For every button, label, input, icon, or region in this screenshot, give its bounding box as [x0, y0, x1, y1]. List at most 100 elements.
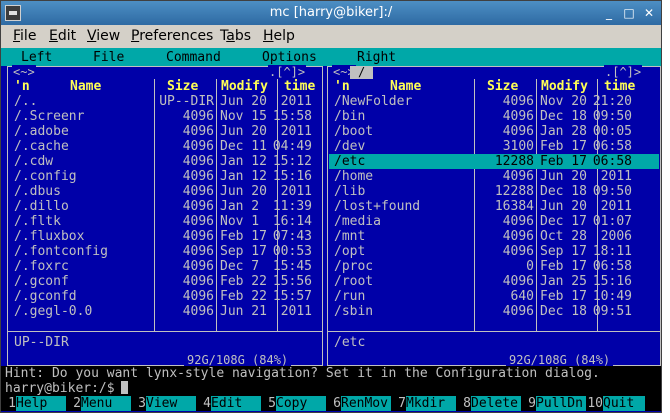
file-size[interactable]: 4096 [156, 184, 214, 199]
fkey-help[interactable]: 1Help [4, 396, 66, 411]
file-size[interactable]: 4096 [156, 274, 214, 289]
file-name[interactable]: /.dbus [14, 184, 152, 199]
mc-menu-file[interactable]: File [93, 50, 124, 65]
maximize-button[interactable]: □ [621, 5, 637, 21]
file-size[interactable]: 4096 [476, 274, 534, 289]
file-time[interactable]: 18:11 [590, 244, 632, 259]
file-size[interactable]: 4096 [156, 124, 214, 139]
file-time[interactable]: 00:53 [270, 244, 312, 259]
file-name[interactable]: /.fluxbox [14, 229, 152, 244]
file-size[interactable]: 3100 [476, 139, 534, 154]
file-date[interactable]: Feb 17 [220, 229, 270, 244]
file-date[interactable]: Nov 15 [220, 109, 270, 124]
file-date[interactable]: Jan 28 [540, 124, 590, 139]
file-time[interactable]: 15:45 [270, 259, 312, 274]
file-time[interactable]: 01:07 [590, 214, 632, 229]
header-size[interactable]: Size [487, 79, 518, 94]
header-n[interactable]: 'n [334, 79, 350, 94]
file-size[interactable]: 4096 [476, 169, 534, 184]
file-name[interactable]: /.gconfd [14, 289, 152, 304]
shell-prompt[interactable]: harry@biker:/$ [1, 381, 661, 396]
fkey-menu[interactable]: 2Menu [69, 396, 131, 411]
header-time[interactable]: time [284, 79, 315, 94]
file-date[interactable]: Feb 17 [540, 259, 590, 274]
header-n[interactable]: 'n [14, 79, 30, 94]
file-time[interactable]: 06:58 [590, 139, 632, 154]
panel-path[interactable]: / [350, 66, 374, 79]
file-time[interactable]: 00:05 [590, 124, 632, 139]
menu-file[interactable]: File [13, 28, 36, 44]
header-time[interactable]: time [604, 79, 635, 94]
file-date[interactable]: Sep 17 [220, 244, 270, 259]
file-name[interactable]: /.dillo [14, 199, 152, 214]
file-date[interactable]: Jan 12 [220, 154, 270, 169]
file-size[interactable]: 4096 [476, 109, 534, 124]
file-time[interactable]: 15:56 [270, 274, 312, 289]
file-name[interactable]: /boot [334, 124, 472, 139]
menu-preferences[interactable]: Preferences [131, 28, 213, 44]
file-name[interactable]: /proc [334, 259, 472, 274]
file-date[interactable]: Oct 28 [540, 229, 590, 244]
fkey-copy[interactable]: 5Copy [264, 396, 326, 411]
file-time[interactable]: 2011 [590, 199, 632, 214]
file-date[interactable]: Jun 20 [220, 124, 270, 139]
file-date[interactable]: Feb 17 [540, 139, 590, 154]
header-size[interactable]: Size [167, 79, 198, 94]
file-date[interactable]: Jun 20 [540, 199, 590, 214]
file-date[interactable]: Jan 25 [540, 274, 590, 289]
file-name[interactable]: /run [334, 289, 472, 304]
file-date[interactable]: Dec 18 [540, 109, 590, 124]
file-size[interactable]: 4096 [156, 244, 214, 259]
file-time[interactable]: 2011 [270, 184, 312, 199]
right-panel[interactable]: <~> / .[^]> 'n Name Size Modify time /et… [327, 65, 661, 368]
file-date[interactable]: Sep 17 [540, 244, 590, 259]
file-name[interactable]: /.fltk [14, 214, 152, 229]
file-date[interactable]: Dec 11 [220, 139, 270, 154]
header-modify[interactable]: Modify [221, 79, 268, 94]
mc-menu-left[interactable]: Left [21, 50, 52, 65]
file-name[interactable]: /.adobe [14, 124, 152, 139]
fkey-edit[interactable]: 4Edit [199, 396, 261, 411]
file-date[interactable]: Nov 20 [540, 94, 590, 109]
header-modify[interactable]: Modify [541, 79, 588, 94]
fkey-pulldn[interactable]: 9PullDn [524, 396, 586, 411]
file-date[interactable]: Jun 20 [220, 184, 270, 199]
panel-corner[interactable]: .[^]> [604, 65, 643, 80]
file-time[interactable]: 15:16 [590, 274, 632, 289]
file-date[interactable]: Dec 17 [540, 214, 590, 229]
file-date[interactable]: Jun 20 [540, 169, 590, 184]
file-name[interactable]: /.Screenr [14, 109, 152, 124]
file-time[interactable]: 11:39 [270, 199, 312, 214]
menu-edit[interactable]: Edit [49, 28, 76, 44]
header-name[interactable]: Name [70, 79, 101, 94]
file-name[interactable]: /mnt [334, 229, 472, 244]
file-name[interactable]: /.cache [14, 139, 152, 154]
file-size[interactable]: 4096 [156, 154, 214, 169]
file-name[interactable]: /media [334, 214, 472, 229]
file-name[interactable]: /lost+found [334, 199, 472, 214]
file-size[interactable]: 4096 [156, 259, 214, 274]
file-date[interactable]: Jun 21 [220, 304, 270, 319]
close-button[interactable]: ✕ [641, 5, 657, 21]
fkey-view[interactable]: 3View [134, 396, 196, 411]
file-time[interactable]: 07:43 [270, 229, 312, 244]
file-date[interactable]: Nov 1 [220, 214, 270, 229]
file-name[interactable]: /.foxrc [14, 259, 152, 274]
menu-help[interactable]: Help [263, 28, 295, 44]
panel-corner[interactable]: .[^]> [268, 65, 307, 80]
file-size[interactable]: 4096 [476, 304, 534, 319]
title-bar[interactable]: mc [harry@biker]:/ _ □ ✕ [1, 1, 661, 25]
left-panel[interactable]: <~> .[^]> 'n Name Size Modify time UP--D… [7, 65, 323, 368]
file-time[interactable]: 2011 [590, 169, 632, 184]
file-date[interactable]: Jan 2 [220, 199, 270, 214]
file-time[interactable]: 04:49 [270, 139, 312, 154]
file-size[interactable]: 4096 [156, 139, 214, 154]
file-name[interactable]: /.. [14, 94, 152, 109]
file-name[interactable]: /opt [334, 244, 472, 259]
file-name[interactable]: /root [334, 274, 472, 289]
file-time[interactable]: 21:20 [590, 94, 632, 109]
fkey-quit[interactable]: 10Quit [587, 396, 645, 411]
mc-menu-options[interactable]: Options [262, 50, 317, 65]
file-date[interactable]: Feb 17 [540, 289, 590, 304]
file-name[interactable]: /dev [334, 139, 472, 154]
